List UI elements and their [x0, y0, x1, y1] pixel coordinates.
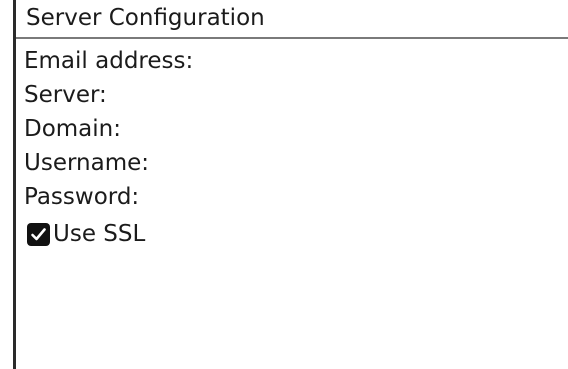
- username-label: Username:: [24, 150, 149, 176]
- email-address-field[interactable]: Email address:: [24, 45, 564, 79]
- use-ssl-label: Use SSL: [53, 221, 146, 247]
- server-config-form: Email address: Server: Domain: Username:…: [24, 45, 564, 252]
- server-label: Server:: [24, 82, 107, 108]
- domain-field[interactable]: Domain:: [24, 113, 564, 147]
- title-bar: Server Configuration: [16, 0, 568, 39]
- server-field[interactable]: Server:: [24, 79, 564, 113]
- use-ssl-option[interactable]: Use SSL: [24, 216, 564, 252]
- left-border: [13, 0, 16, 369]
- username-field[interactable]: Username:: [24, 147, 564, 181]
- checkmark-icon: [31, 227, 46, 240]
- use-ssl-checkbox[interactable]: [27, 222, 50, 246]
- email-address-label: Email address:: [24, 48, 194, 74]
- password-label: Password:: [24, 184, 140, 210]
- password-field[interactable]: Password:: [24, 181, 564, 215]
- page-title: Server Configuration: [26, 5, 265, 31]
- domain-label: Domain:: [24, 116, 121, 142]
